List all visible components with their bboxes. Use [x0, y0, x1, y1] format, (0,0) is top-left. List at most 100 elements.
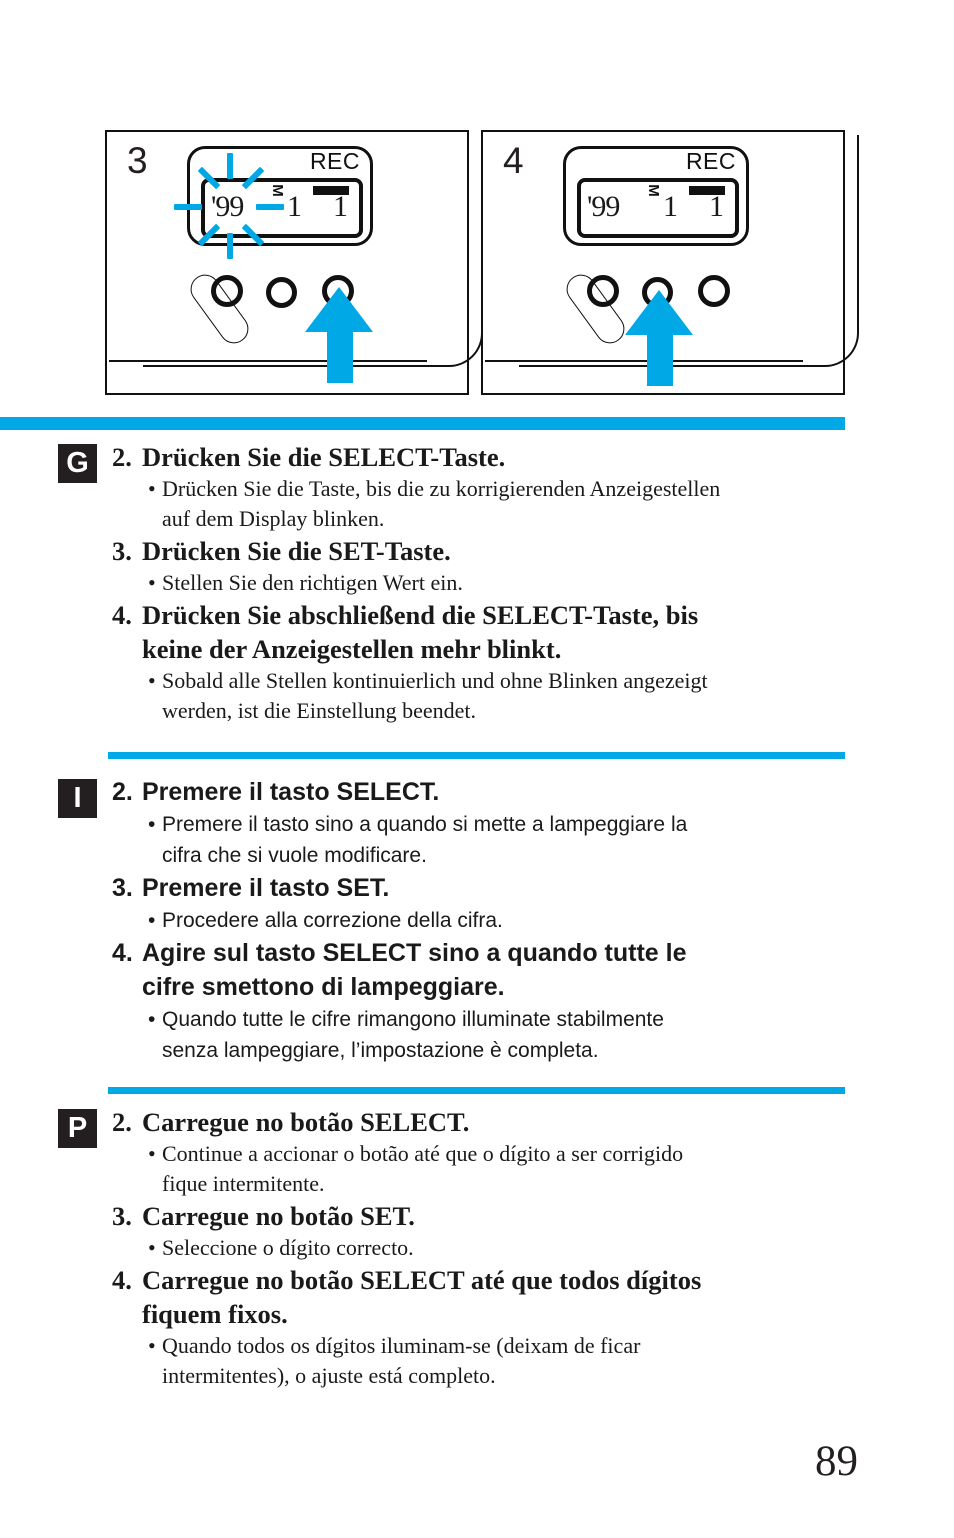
- step-heading-continuation: fiquem fixos.: [142, 1299, 288, 1329]
- step-heading-text: Agire sul tasto SELECT sino a quando tut…: [142, 939, 687, 967]
- language-badge-portuguese: P: [58, 1109, 97, 1148]
- bullet-text: Quando todos os dígitos iluminam-se (dei…: [162, 1333, 641, 1358]
- bullet-glyph: •: [148, 1333, 156, 1358]
- month-marker-icon: M: [644, 184, 662, 197]
- pointer-arrow-icon: [305, 287, 373, 383]
- bullet-continuation: senza lampeggiare, l’impostazione è comp…: [162, 1039, 599, 1062]
- step-item: 4. Drücken Sie abschließend die SELECT-T…: [112, 598, 857, 726]
- step-item: 3. Carregue no botão SET. • Seleccione o…: [112, 1199, 857, 1263]
- rec-label: REC: [685, 148, 736, 174]
- illustration-panel-step-4: 4 REC '99 M 1 1: [481, 130, 859, 395]
- language-badge-italian: I: [58, 779, 97, 818]
- bullet-continuation: auf dem Display blinken.: [162, 506, 385, 531]
- language-badge-german: G: [58, 444, 97, 483]
- pointer-arrow-icon: [625, 290, 693, 386]
- bullet-text: Quando tutte le cifre rimangono illumina…: [162, 1008, 664, 1031]
- step-number: 4.: [112, 600, 132, 630]
- lcd-window: '99 M 1 1: [201, 178, 363, 238]
- step-heading-text: Drücken Sie die SELECT-Taste.: [142, 442, 506, 472]
- lcd-panel: REC '99 M 1 1: [174, 146, 373, 259]
- bullet-glyph: •: [148, 476, 156, 501]
- bullet-glyph: •: [148, 1141, 156, 1166]
- bullet-continuation: cifra che si vuole modificare.: [162, 844, 427, 867]
- step-heading-continuation: cifre smettono di lampeggiare.: [142, 973, 505, 1001]
- step-heading: 3. Drücken Sie die SET-Taste.: [112, 534, 857, 568]
- step-item: 3. Drücken Sie die SET-Taste. • Stellen …: [112, 534, 857, 598]
- section-divider-top: [0, 417, 845, 430]
- step-heading: 3. Premere il tasto SET.: [112, 871, 857, 905]
- bullet-text: Drücken Sie die Taste, bis die zu korrig…: [162, 476, 721, 501]
- lcd-panel: REC '99 M 1 1: [563, 146, 749, 246]
- step-heading: 4. Agire sul tasto SELECT sino a quando …: [112, 936, 857, 970]
- bullet-glyph: •: [148, 570, 156, 595]
- step-list: 2. Drücken Sie die SELECT-Taste. • Drück…: [112, 440, 857, 726]
- step-number: 3.: [112, 536, 132, 566]
- step-heading-text: Carregue no botão SELECT.: [142, 1107, 470, 1137]
- step-list: 2. Premere il tasto SELECT. • Premere il…: [112, 775, 857, 1066]
- bullet-glyph: •: [148, 909, 156, 932]
- step-heading: 4. Drücken Sie abschließend die SELECT-T…: [112, 598, 857, 632]
- bullet-item: • Premere il tasto sino a quando si mett…: [112, 809, 857, 840]
- illustration-panel-step-3: 3 REC '99 M 1 1: [105, 130, 483, 395]
- section-divider-bottom: [108, 1087, 845, 1094]
- bullet-glyph: •: [148, 1008, 156, 1031]
- select-button[interactable]: [698, 275, 730, 307]
- bullet-item: • Drücken Sie die Taste, bis die zu korr…: [112, 474, 857, 504]
- bullet-item: • Quando todos os dígitos iluminam-se (d…: [112, 1331, 857, 1361]
- slider-knob-button[interactable]: [587, 275, 619, 307]
- bullet-glyph: •: [148, 668, 156, 693]
- lcd-year-value: '99: [211, 190, 244, 223]
- lcd-window: '99 M 1 1: [577, 178, 739, 238]
- page-number: 89: [815, 1438, 858, 1485]
- step-heading-continuation: keine der Anzeigestellen mehr blinkt.: [142, 634, 562, 664]
- step-item: 3. Premere il tasto SET. • Procedere all…: [112, 871, 857, 936]
- camera-body-baseline: [109, 360, 427, 362]
- step-number: 2.: [112, 442, 132, 472]
- lcd-day-value: 1: [709, 190, 724, 223]
- lcd-month-value: 1: [287, 190, 302, 223]
- bullet-continuation: werden, ist die Einstellung beendet.: [162, 698, 477, 723]
- lcd-year-value: '99: [587, 190, 620, 223]
- bullet-item: • Sobald alle Stellen kontinuierlich und…: [112, 666, 857, 696]
- step-number: 4.: [112, 939, 133, 967]
- lcd-month-value: 1: [663, 190, 678, 223]
- bullet-text: Stellen Sie den richtigen Wert ein.: [162, 570, 463, 595]
- bullet-item: • Quando tutte le cifre rimangono illumi…: [112, 1004, 857, 1035]
- step-heading-text: Carregue no botão SELECT até que todos d…: [142, 1265, 702, 1295]
- section-divider-middle: [108, 752, 845, 759]
- step-heading-text: Premere il tasto SET.: [142, 874, 390, 902]
- bullet-item: • Seleccione o dígito correcto.: [112, 1233, 857, 1263]
- step-item: 2. Carregue no botão SELECT. • Continue …: [112, 1105, 857, 1199]
- step-heading-text: Drücken Sie die SET-Taste.: [142, 536, 451, 566]
- step-item: 2. Drücken Sie die SELECT-Taste. • Drück…: [112, 440, 857, 534]
- step-item: 4. Agire sul tasto SELECT sino a quando …: [112, 936, 857, 1066]
- bullet-text: Procedere alla correzione della cifra.: [162, 909, 503, 932]
- slider-knob-button[interactable]: [211, 275, 243, 307]
- illustration-strip: 3 REC '99 M 1 1 4 REC '99 M 1 1: [105, 130, 859, 395]
- step-heading: 4. Carregue no botão SELECT até que todo…: [112, 1263, 857, 1297]
- step-heading: 3. Carregue no botão SET.: [112, 1199, 857, 1233]
- bullet-continuation: fique intermitente.: [162, 1171, 325, 1196]
- bullet-item: • Continue a accionar o botão até que o …: [112, 1139, 857, 1169]
- lcd-day-value: 1: [333, 190, 348, 223]
- step-list: 2. Carregue no botão SELECT. • Continue …: [112, 1105, 857, 1391]
- bullet-continuation: intermitentes), o ajuste está completo.: [162, 1363, 496, 1388]
- bullet-text: Premere il tasto sino a quando si mette …: [162, 813, 688, 836]
- step-heading-text: Premere il tasto SELECT.: [142, 778, 440, 806]
- month-marker-icon: M: [268, 184, 286, 197]
- bullet-text: Sobald alle Stellen kontinuierlich und o…: [162, 668, 708, 693]
- step-number: 2.: [112, 778, 133, 806]
- step-number: 3.: [112, 1201, 132, 1231]
- step-item: 2. Premere il tasto SELECT. • Premere il…: [112, 775, 857, 871]
- step-number: 2.: [112, 1107, 132, 1137]
- step-heading: 2. Carregue no botão SELECT.: [112, 1105, 857, 1139]
- bullet-text: Seleccione o dígito correcto.: [162, 1235, 414, 1260]
- bullet-item: • Procedere alla correzione della cifra.: [112, 905, 857, 936]
- step-number: 3.: [112, 874, 133, 902]
- bullet-glyph: •: [148, 813, 156, 836]
- bullet-glyph: •: [148, 1235, 156, 1260]
- step-item: 4. Carregue no botão SELECT até que todo…: [112, 1263, 857, 1391]
- set-button[interactable]: [266, 277, 297, 308]
- bullet-text: Continue a accionar o botão até que o dí…: [162, 1141, 684, 1166]
- step-heading-text: Carregue no botão SET.: [142, 1201, 415, 1231]
